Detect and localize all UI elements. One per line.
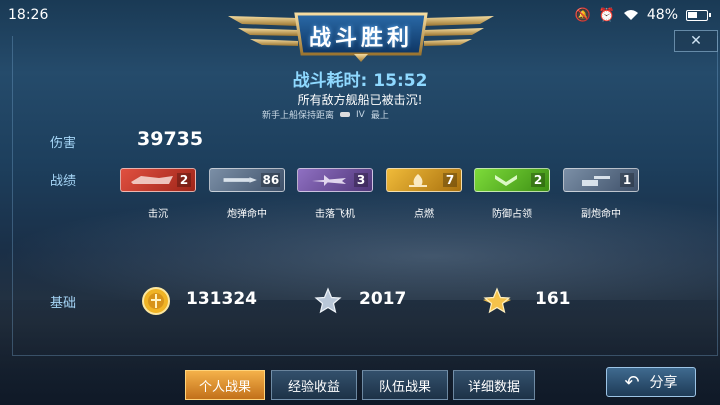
medal-defend-count: 2	[531, 173, 545, 187]
tip-grade: IV	[356, 109, 365, 120]
experience-value: 2017	[359, 289, 407, 309]
base-label: 基础	[50, 296, 77, 311]
fire-icon	[409, 174, 427, 187]
damage-label: 伤害	[50, 136, 77, 151]
medal-secondary-hit[interactable]: 1	[563, 168, 639, 192]
alarm-icon: ⏰	[598, 7, 615, 23]
ship-tip: 新手上船保持距离 IV 最上	[262, 108, 462, 122]
medal-planes-shot-count: 3	[354, 173, 368, 187]
medal-ignite-label: 点燃	[414, 209, 434, 220]
battle-duration: 战斗耗时: 15:52	[0, 66, 720, 91]
tip-level: 最上	[370, 111, 389, 121]
ship-icon	[340, 112, 351, 117]
secondary-gun-icon	[582, 176, 610, 186]
ship-sink-icon	[131, 176, 173, 184]
battle-duration-value: 15:52	[373, 71, 428, 91]
status-time: 18:26	[8, 7, 49, 23]
experience-star-icon	[314, 287, 342, 314]
close-icon: ✕	[690, 33, 702, 49]
victory-banner: 战斗胜利	[228, 6, 494, 62]
achievements-label: 战绩	[50, 174, 77, 189]
mute-icon: 🔕	[574, 7, 591, 23]
shell-icon	[223, 177, 257, 183]
plane-icon	[312, 175, 346, 186]
battery-percent: 48%	[646, 7, 678, 23]
status-icons: 🔕 ⏰ 48%	[574, 7, 711, 23]
medal-defend-label: 防御占领	[492, 209, 532, 220]
tab-team-results[interactable]: 队伍战果	[362, 370, 448, 400]
wifi-icon	[623, 10, 638, 20]
medal-shell-hit-label: 炮弹命中	[227, 209, 267, 220]
medal-sink[interactable]: 2	[120, 168, 196, 192]
close-button[interactable]: ✕	[674, 30, 718, 52]
medal-defend[interactable]: 2	[474, 168, 550, 192]
tab-detailed-data[interactable]: 详细数据	[453, 370, 535, 400]
result-message: 所有敌方舰船已被击沉!	[297, 93, 423, 107]
tip-text: 新手上船保持距离	[262, 111, 335, 121]
victory-title: 战斗胜利	[308, 25, 413, 51]
medal-shell-hit-count: 86	[260, 173, 280, 187]
medal-sink-count: 2	[177, 173, 191, 187]
chevron-icon	[495, 175, 517, 186]
coin-icon	[142, 287, 170, 315]
medal-planes-shot[interactable]: 3	[297, 168, 373, 192]
tab-experience-gain[interactable]: 经验收益	[271, 370, 357, 400]
damage-value: 39735	[137, 128, 204, 150]
share-arrow-icon: ↶	[624, 371, 640, 393]
share-button[interactable]: ↶ 分享	[606, 367, 696, 397]
medal-secondary-hit-count: 1	[620, 173, 634, 187]
medal-ignite-count: 7	[443, 173, 457, 187]
commander-xp-value: 161	[535, 289, 571, 309]
battery-icon	[686, 9, 711, 21]
medal-planes-shot-label: 击落飞机	[315, 209, 355, 220]
tab-personal-results[interactable]: 个人战果	[185, 370, 265, 400]
coins-value: 131324	[186, 289, 257, 309]
medal-ignite[interactable]: 7	[386, 168, 462, 192]
share-label: 分享	[649, 375, 678, 391]
medal-secondary-hit-label: 副炮命中	[581, 209, 621, 220]
battle-duration-label: 战斗耗时:	[292, 71, 368, 91]
commander-star-icon	[483, 287, 511, 314]
medal-shell-hit[interactable]: 86	[209, 168, 285, 192]
medal-sink-label: 击沉	[148, 209, 168, 220]
